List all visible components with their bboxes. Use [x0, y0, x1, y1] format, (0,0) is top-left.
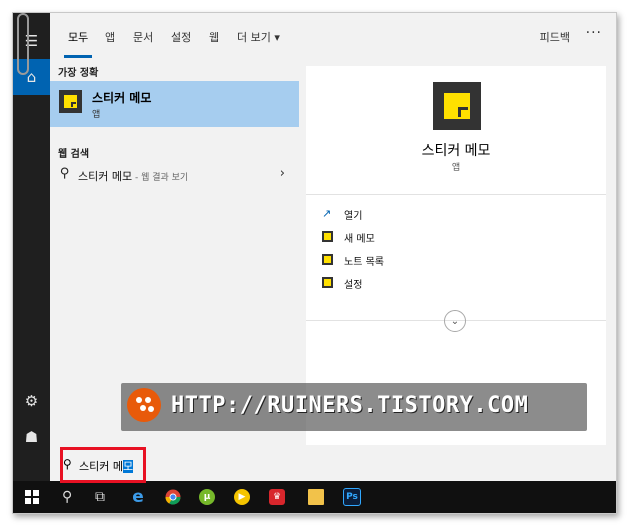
- sticky-note-icon: [322, 254, 333, 265]
- start-menu-window: ☰ ⌂ ⚙ ☗ 모두 앱 문서 설정 웹 더 보기 ▾ 피드백 ··· 가장 정…: [12, 12, 617, 514]
- watermark-text: HTTP://RUINERS.TISTORY.COM: [171, 393, 529, 418]
- watermark-logo-icon: [127, 388, 161, 422]
- detail-app-name: 스티커 메모: [421, 143, 491, 159]
- action-notes-list-label: 노트 목록: [344, 257, 384, 268]
- action-new-note-label: 새 메모: [344, 234, 375, 245]
- best-match-item[interactable]: 스티커 메모 앱: [50, 81, 299, 127]
- web-search-query: 스티커 메모: [78, 170, 133, 183]
- more-options-button[interactable]: ···: [586, 25, 602, 41]
- paperclip-decoration: [17, 13, 29, 75]
- tab-settings[interactable]: 설정: [171, 29, 191, 47]
- task-view-icon[interactable]: ⧉: [83, 481, 117, 513]
- best-match-heading: 가장 정확: [58, 68, 99, 79]
- expand-chevron-icon[interactable]: ⌄: [444, 310, 466, 332]
- action-open-label: 열기: [344, 211, 363, 222]
- filter-tabs-bar: 모두 앱 문서 설정 웹 더 보기 ▾ 피드백 ···: [50, 13, 616, 59]
- chrome-browser-icon[interactable]: [156, 481, 190, 513]
- open-icon: ↗: [322, 207, 332, 220]
- red-app-icon[interactable]: ♛: [260, 481, 294, 513]
- taskbar: ⚲ ⧉ e µ ▶ ♛ Ps: [13, 481, 616, 513]
- tab-apps[interactable]: 앱: [105, 29, 115, 47]
- web-search-item[interactable]: ⚲ 스티커 메모 - 웹 결과 보기 ›: [50, 165, 299, 185]
- left-rail: ☰ ⌂ ⚙ ☗: [13, 13, 50, 481]
- web-search-heading: 웹 검색: [58, 149, 90, 160]
- sticky-note-icon: [322, 277, 333, 288]
- feedback-button[interactable]: 피드백: [540, 29, 570, 45]
- media-player-icon[interactable]: ▶: [225, 481, 259, 513]
- windows-start-icon[interactable]: [15, 481, 49, 513]
- best-match-type: 앱: [92, 110, 101, 120]
- chevron-right-icon[interactable]: ›: [280, 166, 285, 181]
- best-match-name: 스티커 메모: [92, 91, 152, 105]
- highlight-box: [60, 447, 146, 483]
- tab-all[interactable]: 모두: [63, 29, 93, 58]
- utorrent-icon[interactable]: µ: [190, 481, 224, 513]
- web-search-label: 스티커 메모 - 웹 결과 보기: [78, 168, 188, 184]
- watermark-banner: HTTP://RUINERS.TISTORY.COM: [121, 383, 587, 431]
- file-explorer-icon[interactable]: [299, 481, 333, 513]
- divider: [306, 194, 606, 195]
- photoshop-label: Ps: [343, 488, 361, 506]
- detail-app-type: 앱: [451, 163, 461, 173]
- sticky-notes-app-icon: [59, 90, 82, 113]
- photoshop-icon[interactable]: Ps: [335, 481, 369, 513]
- user-feedback-icon[interactable]: ☗: [13, 419, 50, 455]
- settings-gear-icon[interactable]: ⚙: [13, 383, 50, 419]
- sticky-notes-large-icon: [433, 82, 481, 130]
- tab-documents[interactable]: 문서: [133, 29, 153, 47]
- search-taskbar-icon[interactable]: ⚲: [50, 481, 84, 513]
- sticky-note-icon: [322, 231, 333, 242]
- tab-web[interactable]: 웹: [209, 29, 219, 47]
- edge-browser-icon[interactable]: e: [121, 481, 155, 513]
- action-settings-label: 설정: [344, 280, 363, 291]
- tab-more[interactable]: 더 보기 ▾: [237, 29, 280, 47]
- web-search-hint: - 웹 결과 보기: [132, 173, 189, 183]
- search-icon: ⚲: [60, 166, 70, 181]
